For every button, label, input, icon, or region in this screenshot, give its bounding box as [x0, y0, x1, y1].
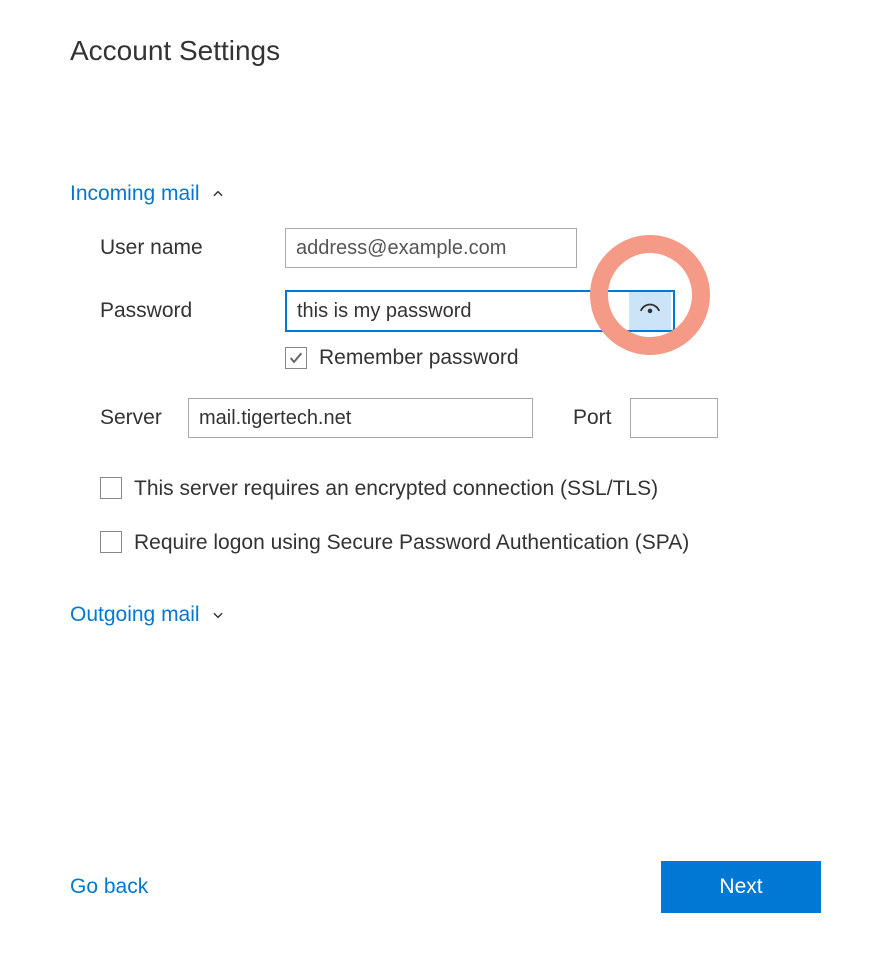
incoming-mail-header[interactable]: Incoming mail: [70, 182, 821, 206]
checkmark-icon: [288, 350, 304, 366]
password-field-wrap: [285, 290, 675, 332]
password-input[interactable]: [287, 292, 627, 330]
password-label: Password: [100, 299, 285, 323]
chevron-down-icon: [210, 607, 226, 623]
remember-password-row[interactable]: Remember password: [285, 346, 821, 370]
ssl-label: This server requires an encrypted connec…: [134, 474, 658, 504]
go-back-link[interactable]: Go back: [70, 875, 148, 899]
incoming-mail-label: Incoming mail: [70, 182, 200, 206]
toggle-password-visibility-button[interactable]: [629, 292, 671, 330]
username-label: User name: [100, 236, 285, 260]
port-input[interactable]: [630, 398, 718, 438]
username-input[interactable]: [285, 228, 577, 268]
page-title: Account Settings: [70, 35, 821, 67]
outgoing-mail-label: Outgoing mail: [70, 603, 200, 627]
outgoing-mail-header[interactable]: Outgoing mail: [70, 603, 821, 627]
spa-option-row[interactable]: Require logon using Secure Password Auth…: [100, 528, 821, 558]
remember-password-checkbox[interactable]: [285, 347, 307, 369]
server-label: Server: [100, 406, 188, 430]
spa-label: Require logon using Secure Password Auth…: [134, 528, 689, 558]
incoming-form: User name Password: [70, 228, 821, 583]
spa-checkbox[interactable]: [100, 531, 122, 553]
server-input[interactable]: [188, 398, 533, 438]
eye-icon: [639, 299, 661, 324]
next-button[interactable]: Next: [661, 861, 821, 913]
ssl-option-row[interactable]: This server requires an encrypted connec…: [100, 474, 821, 504]
ssl-checkbox[interactable]: [100, 477, 122, 499]
port-label: Port: [573, 406, 612, 430]
remember-password-label: Remember password: [319, 346, 519, 370]
chevron-up-icon: [210, 186, 226, 202]
